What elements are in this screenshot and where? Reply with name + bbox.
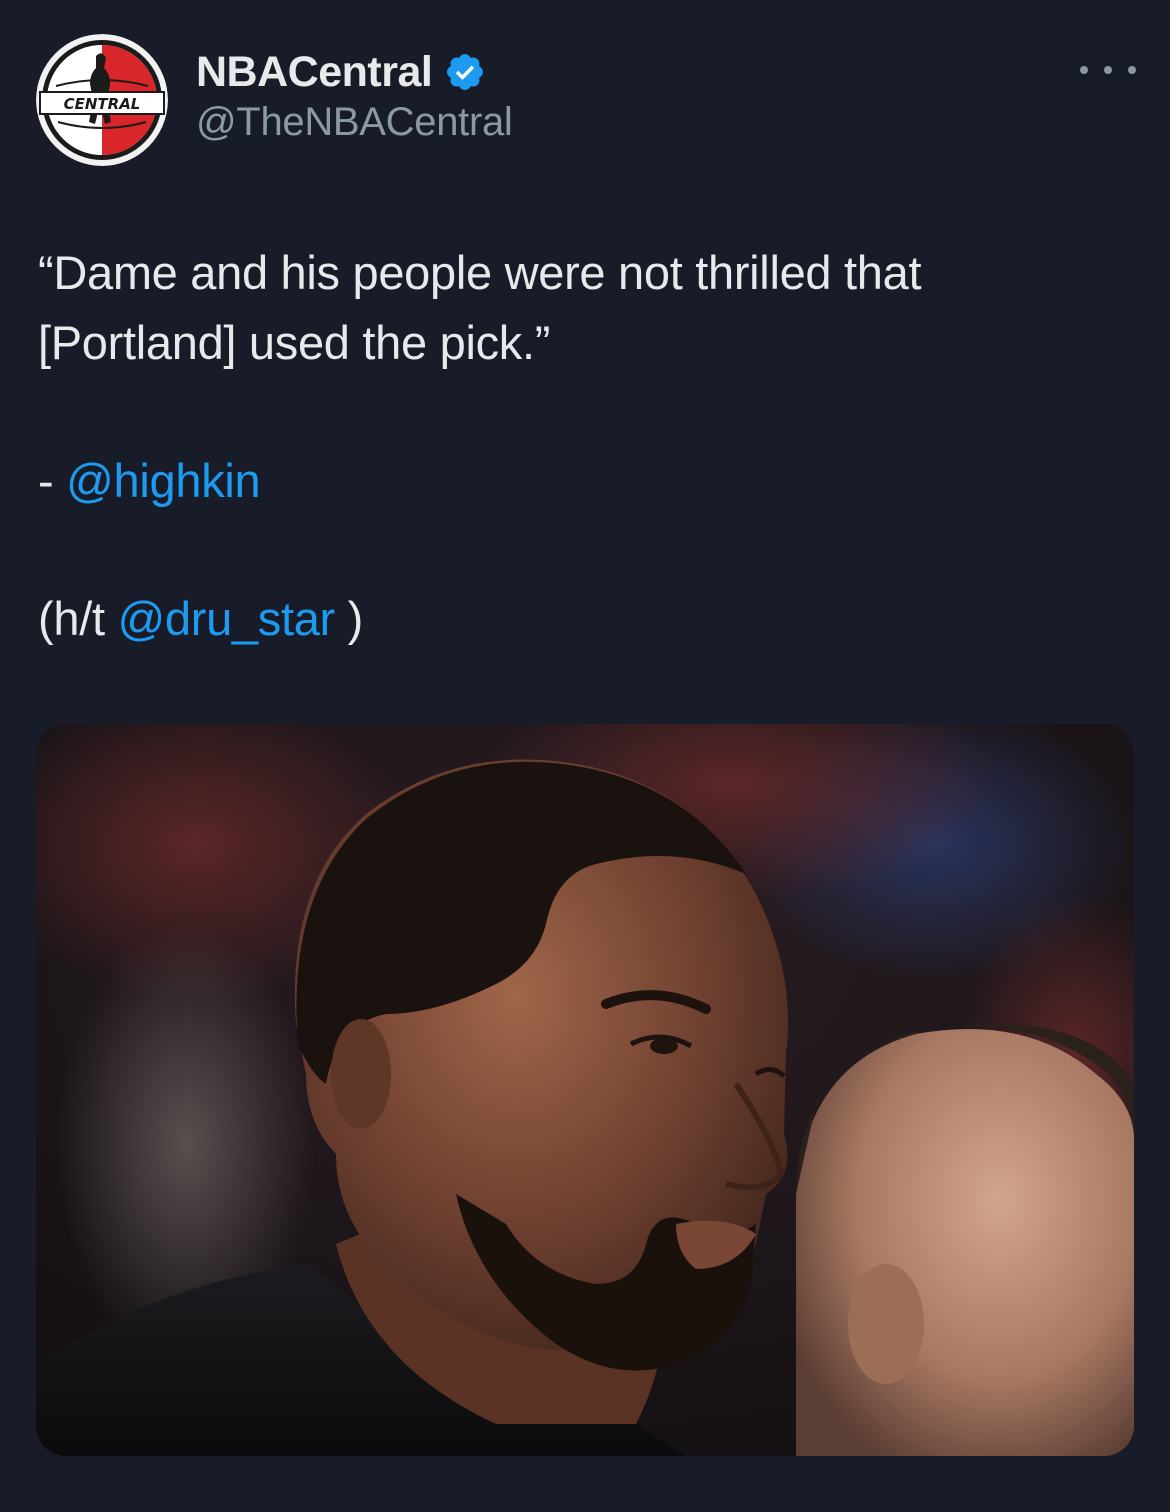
more-dot (1104, 66, 1112, 74)
avatar-logo-text: CENTRAL (64, 95, 141, 113)
credit-prefix: - (38, 454, 67, 507)
more-dot (1128, 66, 1136, 74)
verified-badge-icon[interactable] (444, 51, 486, 93)
mention-dru-star-link[interactable]: @dru_star (117, 592, 335, 645)
ht-suffix: ) (334, 592, 364, 645)
author-avatar[interactable]: CENTRAL (36, 34, 168, 166)
mention-highkin-link[interactable]: @highkin (66, 454, 261, 507)
more-options-icon[interactable] (1080, 52, 1136, 88)
quote-line: “Dame and his people were not thrilled t… (38, 246, 922, 299)
tweet-photo[interactable] (36, 724, 1134, 1456)
quote-line: [Portland] used the pick.” (38, 316, 551, 369)
ht-prefix: (h/t (38, 592, 118, 645)
nba-central-logo-icon: CENTRAL (36, 34, 168, 166)
tweet-card: CENTRAL NBACentral @TheNBACentral “Dame … (0, 0, 1170, 1512)
author-display-name[interactable]: NBACentral (196, 48, 433, 97)
player-portrait-image (36, 724, 1134, 1456)
author-name-row: NBACentral (196, 44, 486, 100)
hat-tip-line: (h/t @dru_star ) (38, 584, 1128, 654)
credit-line: - @highkin (38, 446, 1128, 516)
more-dot (1080, 66, 1088, 74)
tweet-text: “Dame and his people were not thrilled t… (38, 238, 1128, 654)
author-handle[interactable]: @TheNBACentral (196, 100, 513, 145)
